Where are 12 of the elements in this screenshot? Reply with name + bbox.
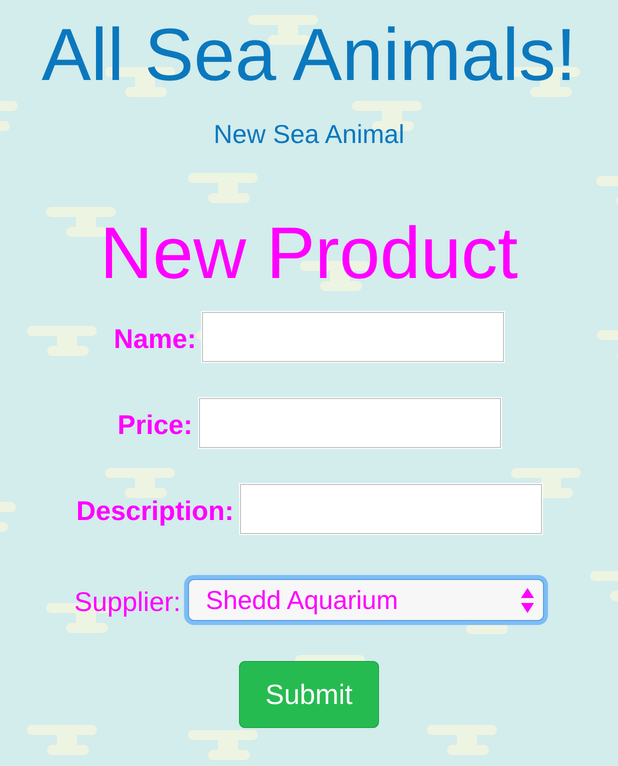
text-input[interactable] [202, 312, 504, 362]
text-input[interactable] [240, 484, 542, 534]
site-title: All Sea Animals! [42, 18, 576, 92]
submit-button[interactable]: Submit [239, 661, 379, 728]
field-label: Price: [117, 408, 193, 438]
field-label: Name: [114, 322, 196, 352]
up-down-arrows-icon [520, 588, 534, 612]
field-label: Description: [76, 494, 234, 524]
text-input[interactable] [198, 398, 501, 448]
new-sea-animal-link[interactable]: New Sea Animal [214, 121, 404, 147]
form-title: New Product [100, 217, 518, 290]
field-label: Supplier: [74, 586, 181, 616]
